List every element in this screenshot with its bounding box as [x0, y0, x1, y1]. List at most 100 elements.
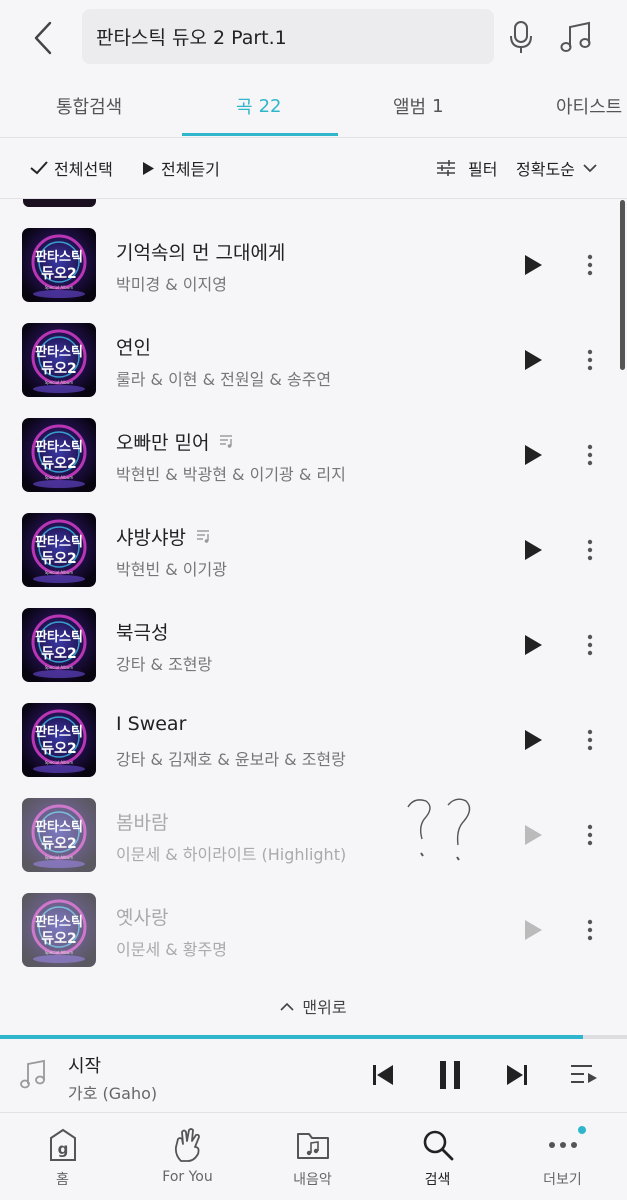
song-title[interactable]: 봄바람 [116, 808, 168, 835]
check-icon [30, 161, 48, 175]
more-options-button[interactable] [578, 820, 602, 850]
play-button[interactable] [519, 345, 547, 375]
pause-button[interactable] [432, 1057, 468, 1093]
search-input-value: 판타스틱 듀오 2 Part.1 [96, 27, 287, 49]
play-button[interactable] [519, 725, 547, 755]
svg-text:판타스틱: 판타스틱 [35, 819, 83, 835]
album-art[interactable]: 판타스틱 듀오2 Special Album [22, 323, 96, 397]
song-row[interactable]: 판타스틱 듀오2 Special Album I Swear 강타 & 김재호 &… [0, 703, 627, 798]
svg-text:판타스틱: 판타스틱 [35, 249, 83, 265]
song-artist[interactable]: 강타 & 조현랑 [116, 651, 212, 675]
more-options-button[interactable] [578, 725, 602, 755]
playlist-button[interactable] [566, 1057, 602, 1093]
song-title[interactable]: 연인 [116, 333, 151, 360]
now-playing-artist: 가호 (Gaho) [68, 1084, 158, 1103]
song-title[interactable]: I Swear [116, 713, 186, 735]
play-icon [525, 540, 542, 560]
album-art[interactable]: 판타스틱 듀오2 Special Album [22, 228, 96, 302]
song-artist[interactable]: 룰라 & 이현 & 전원일 & 송주연 [116, 366, 331, 390]
song-artist[interactable]: 강타 & 김재호 & 윤보라 & 조현랑 [116, 746, 346, 770]
tab-songs[interactable]: 곡 22 [236, 76, 281, 136]
more-options-button[interactable] [578, 915, 602, 945]
song-title[interactable]: 샤방샤방 [116, 523, 212, 550]
song-title-text: I Swear [116, 713, 187, 735]
song-artist[interactable]: 이문세 & 황주명 [116, 936, 227, 960]
notification-badge [578, 1126, 586, 1134]
tab-artists[interactable]: 아티스트 [556, 76, 622, 136]
tab-integrated[interactable]: 통합검색 [56, 76, 122, 136]
nav-more[interactable]: 더보기 [500, 1113, 625, 1200]
nav-search[interactable]: 검색 [375, 1113, 500, 1200]
active-tab-indicator [182, 133, 338, 136]
song-row[interactable]: 판타스틱 듀오2 Special Album 오빠만 믿어박현빈 & 박광현 &… [0, 418, 627, 513]
song-title[interactable]: 기억속의 먼 그대에게 [116, 238, 285, 265]
play-button[interactable] [519, 915, 547, 945]
tab-label: 앨범 [393, 97, 427, 118]
voice-search-button[interactable] [504, 17, 538, 57]
select-all-button[interactable]: 전체선택 [30, 156, 113, 180]
next-track-button[interactable] [499, 1057, 535, 1093]
svg-text:Special Album: Special Album [45, 285, 74, 290]
more-vertical-icon [587, 729, 593, 751]
play-icon [143, 161, 154, 175]
album-art[interactable]: 판타스틱 듀오2 Special Album [22, 608, 96, 682]
nav-home[interactable]: g 홈 [0, 1113, 125, 1200]
nav-label: 내음악 [293, 1172, 332, 1188]
play-button[interactable] [519, 250, 547, 280]
more-vertical-icon [587, 444, 593, 466]
playlist-icon [571, 1065, 597, 1083]
music-recognition-button[interactable] [556, 17, 596, 57]
play-button[interactable] [519, 535, 547, 565]
play-button[interactable] [519, 820, 547, 850]
more-options-button[interactable] [578, 345, 602, 375]
song-title[interactable]: 옛사랑 [116, 903, 168, 930]
filter-button[interactable]: 필터 [436, 156, 497, 180]
song-row[interactable]: 판타스틱 듀오2 Special Album 기억속의 먼 그대에게박미경 & … [0, 228, 627, 323]
song-artist[interactable]: 박현빈 & 이기광 [116, 556, 227, 580]
svg-text:Special Album: Special Album [45, 475, 74, 480]
album-art[interactable]: 판타스틱 듀오2 Special Album [22, 418, 96, 492]
more-options-button[interactable] [578, 250, 602, 280]
nav-label: 검색 [424, 1172, 451, 1188]
song-row[interactable]: 판타스틱 듀오2 Special Album 봄바람이문세 & 하이라이트 (H… [0, 798, 627, 893]
song-artist[interactable]: 박미경 & 이지영 [116, 271, 227, 295]
more-options-button[interactable] [578, 630, 602, 660]
chevron-down-icon [583, 163, 597, 172]
more-options-button[interactable] [578, 535, 602, 565]
album-art[interactable]: 판타스틱 듀오2 Special Album [22, 798, 96, 872]
nav-for-you[interactable]: For You [125, 1113, 250, 1200]
song-row[interactable]: 판타스틱 듀오2 Special Album 옛사랑이문세 & 황주명 [0, 893, 627, 988]
play-all-button[interactable]: 전체듣기 [142, 156, 220, 180]
svg-text:Special Album: Special Album [45, 665, 74, 670]
now-playing-title: 시작 [68, 1056, 102, 1077]
mini-player[interactable]: 시작 가호 (Gaho) [0, 1039, 627, 1113]
play-button[interactable] [519, 630, 547, 660]
song-title[interactable]: 오빠만 믿어 [116, 428, 235, 455]
song-artist[interactable]: 이문세 & 하이라이트 (Highlight) [116, 841, 346, 865]
back-button[interactable] [26, 18, 60, 58]
search-icon [423, 1130, 453, 1161]
search-input[interactable]: 판타스틱 듀오 2 Part.1 [82, 9, 494, 64]
music-note-icon [560, 21, 591, 52]
back-arrow-icon [34, 21, 52, 55]
scroll-to-top-button[interactable]: 맨위로 [0, 992, 627, 1020]
album-art[interactable]: 판타스틱 듀오2 Special Album [22, 513, 96, 587]
song-row[interactable]: 판타스틱 듀오2 Special Album 북극성강타 & 조현랑 [0, 608, 627, 703]
song-title[interactable]: 북극성 [116, 618, 168, 645]
microphone-icon [510, 21, 532, 53]
song-row[interactable]: 판타스틱 듀오2 Special Album 샤방샤방박현빈 & 이기광 [0, 513, 627, 608]
svg-text:듀오2: 듀오2 [41, 836, 77, 852]
previous-track-button[interactable] [365, 1057, 401, 1093]
nav-my-music[interactable]: 내음악 [250, 1113, 375, 1200]
sort-label: 정확도순 [516, 160, 575, 179]
sort-dropdown[interactable]: 정확도순 [516, 156, 603, 180]
skip-next-icon [507, 1065, 527, 1085]
album-art[interactable]: 판타스틱 듀오2 Special Album [22, 893, 96, 967]
album-art[interactable]: 판타스틱 듀오2 Special Album [22, 703, 96, 777]
tab-albums[interactable]: 앨범 1 [393, 76, 444, 136]
song-row[interactable]: 판타스틱 듀오2 Special Album 연인룰라 & 이현 & 전원일 &… [0, 323, 627, 418]
more-options-button[interactable] [578, 440, 602, 470]
play-button[interactable] [519, 440, 547, 470]
scrollbar[interactable] [620, 200, 625, 370]
song-artist[interactable]: 박현빈 & 박광현 & 이기광 & 리지 [116, 461, 346, 485]
